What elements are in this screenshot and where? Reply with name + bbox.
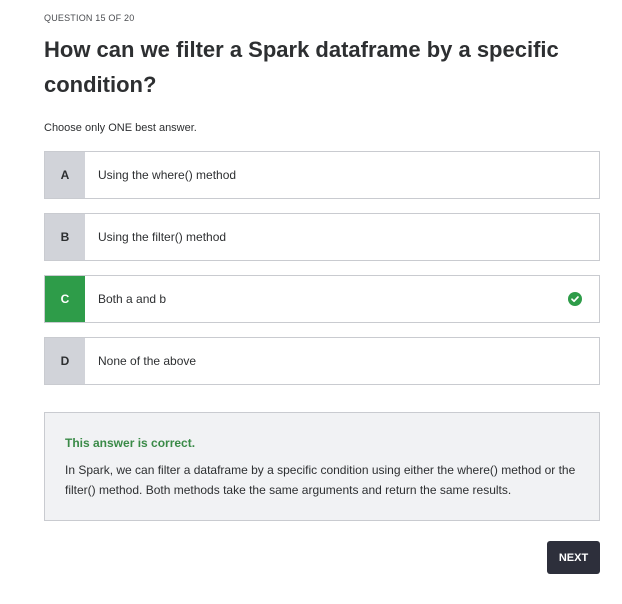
option-letter: B [45, 214, 85, 260]
feedback-explanation: In Spark, we can filter a dataframe by a… [65, 463, 576, 497]
option-letter: A [45, 152, 85, 198]
question-text: How can we filter a Spark dataframe by a… [44, 37, 559, 97]
option-label: Both a and b [98, 292, 167, 306]
feedback-title: This answer is correct. [65, 436, 196, 450]
answer-instruction: Choose only ONE best answer. [44, 122, 197, 134]
option-letter: D [45, 338, 85, 384]
option-letter: C [45, 276, 85, 322]
question-counter: QUESTION 15 OF 20 [44, 13, 135, 23]
option-b[interactable]: B Using the filter() method [44, 213, 600, 261]
check-circle-icon [568, 292, 582, 306]
option-label: Using the filter() method [98, 230, 227, 244]
option-label: None of the above [98, 354, 197, 368]
next-button[interactable]: NEXT [547, 541, 600, 574]
option-a[interactable]: A Using the where() method [44, 151, 600, 199]
option-d[interactable]: D None of the above [44, 337, 600, 385]
option-c[interactable]: C Both a and b [44, 275, 600, 323]
option-label: Using the where() method [98, 168, 237, 182]
answer-feedback: This answer is correct. In Spark, we can… [44, 412, 600, 521]
